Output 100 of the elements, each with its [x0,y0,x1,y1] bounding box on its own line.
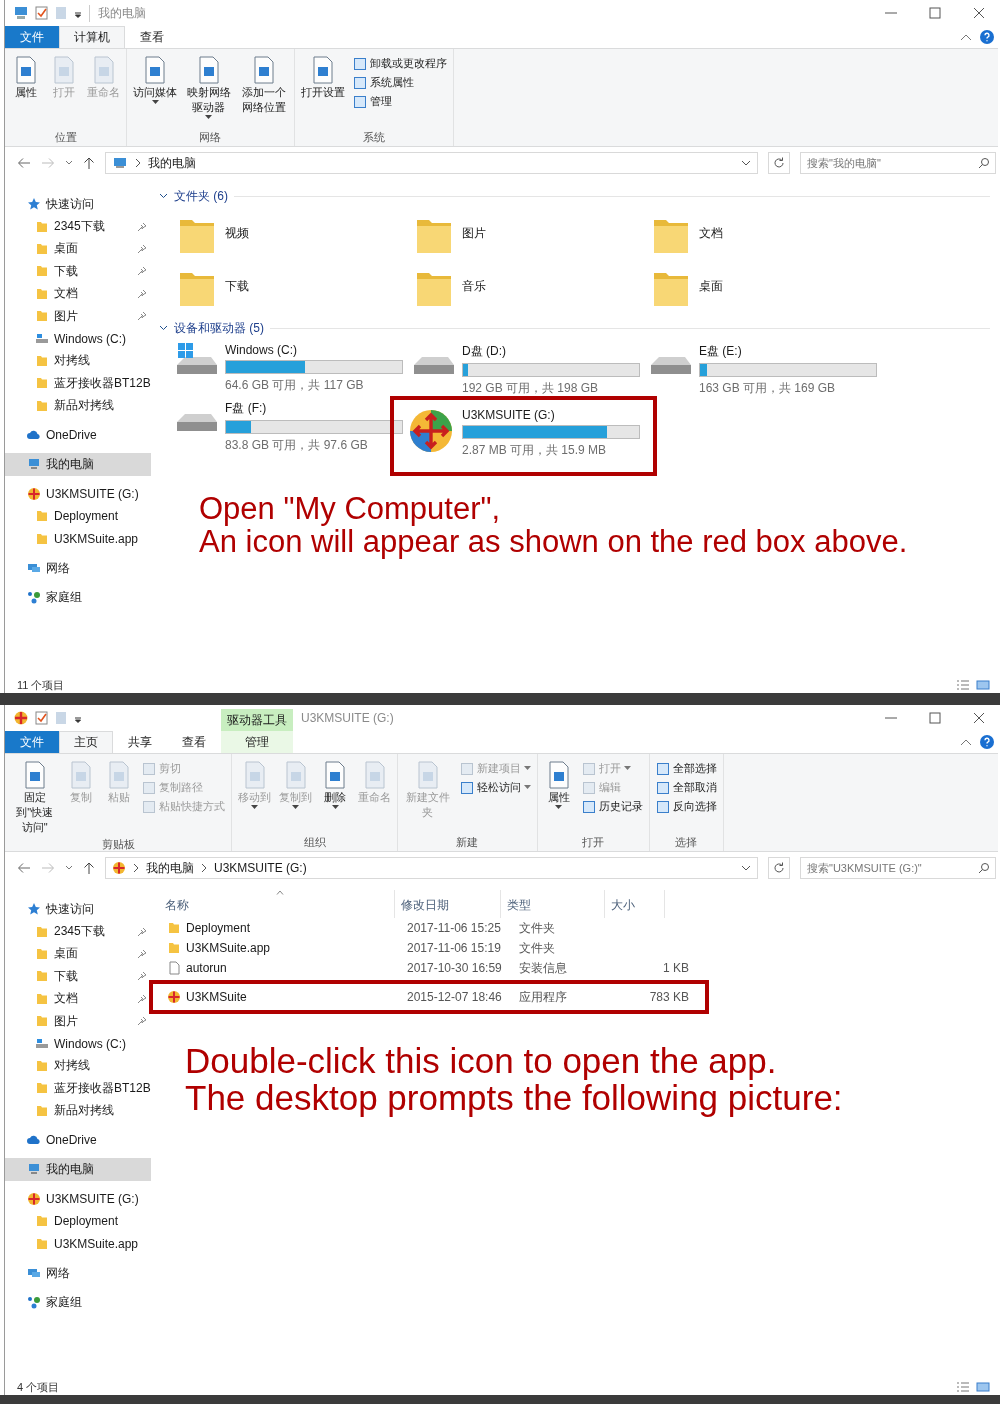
ribbon-tab[interactable]: 查看 [167,731,221,753]
nav-item[interactable]: U3KMSuite.app [5,527,151,550]
nav-item[interactable]: 家庭组 [5,586,151,609]
column-header[interactable]: 名称 [159,890,395,918]
refresh-button[interactable] [768,857,790,879]
nav-item[interactable]: 文档 [5,282,151,305]
back-icon[interactable] [17,862,31,874]
nav-item[interactable]: 下载 [5,260,151,283]
ribbon-button[interactable]: 全部选择 [652,760,720,777]
chevron-icon[interactable] [159,324,168,332]
ribbon-button[interactable]: 打开设置 [297,53,348,102]
section-title[interactable]: 设备和驱动器 (5) [174,319,264,337]
nav-item[interactable]: Deployment [5,1210,151,1233]
folder-tile[interactable]: 下载 [169,260,406,313]
close-icon[interactable] [972,6,986,20]
up-icon[interactable] [83,861,95,875]
nav-item[interactable]: 对拷线 [5,349,151,373]
pin-icon[interactable] [137,288,147,299]
nav-item[interactable]: 新品对拷线 [5,394,151,417]
maximize-icon[interactable] [928,6,942,20]
folder-tile[interactable]: 图片 [406,207,643,260]
nav-item[interactable]: 2345下载 [5,920,151,943]
nav-item[interactable]: Windows (C:) [5,327,151,350]
ribbon-button[interactable]: 反向选择 [652,798,720,815]
ribbon-button[interactable]: 固定到"快速访问" [8,758,62,837]
maximize-icon[interactable] [928,711,942,725]
file-row[interactable]: U3KMSuite.app 2017-11-06 15:19 文件夹 [159,938,990,958]
ribbon-tab[interactable]: 主页 [59,731,113,753]
breadcrumb[interactable]: 我的电脑 [146,859,194,877]
ribbon-button[interactable]: 映射网络驱动器 [182,53,236,122]
ribbon-tab[interactable]: 查看 [125,26,179,48]
nav-item[interactable]: 文档 [5,987,151,1010]
refresh-button[interactable] [768,152,790,174]
column-header[interactable]: 修改日期 [395,890,501,918]
close-icon[interactable] [972,711,986,725]
help-icon[interactable] [980,30,994,44]
nav-item[interactable]: 蓝牙接收器BT12B [5,1077,151,1100]
pin-icon[interactable] [137,243,147,254]
pin-icon[interactable] [137,993,147,1004]
nav-item[interactable]: U3KMSUITE (G:) [5,1187,151,1211]
nav-item[interactable]: U3KMSUITE (G:) [5,482,151,506]
ribbon-button[interactable]: 卸载或更改程序 [349,55,450,72]
ribbon-button[interactable]: 管理 [349,93,450,110]
column-header[interactable]: 大小 [605,890,665,918]
nav-item[interactable]: U3KMSuite.app [5,1232,151,1255]
nav-item[interactable]: 图片 [5,1009,151,1033]
chevron-icon[interactable] [132,863,140,873]
drive-tile[interactable]: Windows (C:) 64.6 GB 可用，共 117 GB [169,339,406,396]
file-row[interactable]: Deployment 2017-11-06 15:25 文件夹 [159,918,990,938]
folder-tile[interactable]: 文档 [643,207,880,260]
pin-icon[interactable] [137,948,147,959]
ribbon-button[interactable]: 轻松访问 [456,779,534,796]
pin-icon[interactable] [137,926,147,937]
ribbon-button[interactable]: 属性 [8,53,44,102]
nav-item[interactable]: 网络 [5,1261,151,1285]
ribbon-button[interactable]: 历史记录 [578,798,646,815]
pin-icon[interactable] [137,1016,147,1027]
address-bar[interactable]: 我的电脑 U3KMSUITE (G:) [105,857,758,879]
column-header[interactable]: 类型 [501,890,605,918]
recent-caret-icon[interactable] [65,160,73,166]
nav-item[interactable]: 我的电脑 [5,1158,151,1181]
nav-item[interactable]: 对拷线 [5,1054,151,1078]
nav-item[interactable]: 网络 [5,556,151,580]
file-row[interactable]: U3KMSuite 2015-12-07 18:46 应用程序 783 KB [153,984,705,1010]
collapse-ribbon-icon[interactable] [960,32,972,42]
ribbon-button[interactable]: 访问媒体 [130,53,180,107]
back-icon[interactable] [17,157,31,169]
nav-item[interactable]: 蓝牙接收器BT12B [5,372,151,395]
dropdown-caret-icon[interactable] [741,864,751,872]
large-icons-view-icon[interactable] [976,680,990,690]
ribbon-button[interactable]: 属性 [540,758,577,812]
search-field[interactable]: 搜索"我的电脑" [800,152,996,174]
section-title[interactable]: 文件夹 (6) [174,187,228,205]
folder-tile[interactable]: 音乐 [406,260,643,313]
ribbon-button[interactable]: 全部取消 [652,779,720,796]
large-icons-view-icon[interactable] [976,1382,990,1392]
properties-icon[interactable] [35,711,49,725]
nav-item[interactable]: OneDrive [5,1128,151,1152]
nav-item[interactable]: 快速访问 [5,898,151,921]
ribbon-button[interactable]: 系统属性 [349,74,450,91]
up-icon[interactable] [83,156,95,170]
drive-tile[interactable]: E盘 (E:) 163 GB 可用，共 169 GB [643,339,880,396]
breadcrumb[interactable]: U3KMSUITE (G:) [214,861,307,875]
nav-item[interactable]: 桌面 [5,942,151,966]
nav-item[interactable]: 桌面 [5,237,151,261]
details-view-icon[interactable] [956,680,970,690]
chevron-icon[interactable] [200,863,208,873]
address-bar[interactable]: 我的电脑 [105,152,758,174]
chevron-icon[interactable] [134,158,142,168]
ribbon-tab[interactable]: 管理 [221,731,293,753]
nav-item[interactable]: Windows (C:) [5,1032,151,1055]
nav-item[interactable]: Deployment [5,505,151,528]
nav-item[interactable]: 我的电脑 [5,453,151,476]
breadcrumb[interactable]: 我的电脑 [148,154,196,172]
collapse-ribbon-icon[interactable] [960,737,972,747]
drive-tile[interactable]: D盘 (D:) 192 GB 可用，共 198 GB [406,339,643,396]
nav-item[interactable]: 图片 [5,304,151,328]
file-row[interactable]: autorun 2017-10-30 16:59 安装信息 1 KB [159,958,990,978]
properties-icon[interactable] [35,6,49,20]
pin-icon[interactable] [137,221,147,232]
